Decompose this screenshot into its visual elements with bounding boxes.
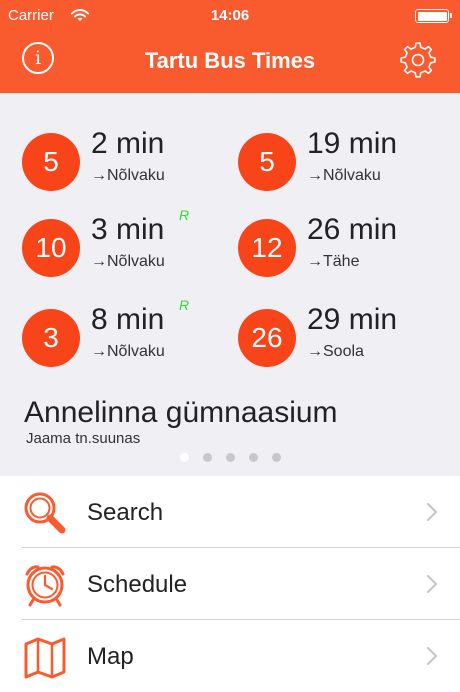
minutes-until-departure: 29 min <box>307 303 398 336</box>
chevron-right-icon <box>426 574 438 594</box>
minutes-until-departure: 8 min <box>91 303 165 336</box>
departures-panel[interactable]: 5 2 min →Nõlvaku 5 19 min →Nõlvaku 10 3 … <box>0 93 460 476</box>
alarm-clock-icon <box>25 565 65 607</box>
menu-item-schedule[interactable]: Schedule <box>0 548 460 620</box>
route-badge: 12 <box>238 219 296 277</box>
page-dot[interactable] <box>202 453 212 462</box>
route-badge: 5 <box>238 133 296 191</box>
navigation-header: Carrier 14:06 i Tartu Bus Times <box>0 0 460 93</box>
destination-label: →Nõlvaku <box>91 167 165 184</box>
route-badge: 26 <box>238 309 296 367</box>
map-icon <box>24 637 66 679</box>
search-icon <box>24 492 66 534</box>
realtime-indicator: R <box>179 207 190 223</box>
battery-icon <box>415 9 452 23</box>
app-title: Tartu Bus Times <box>144 48 316 73</box>
destination-label: →Tähe <box>307 253 360 270</box>
chevron-right-icon <box>426 502 438 522</box>
menu-item-label: Search <box>87 499 164 526</box>
destination-label: →Nõlvaku <box>91 253 165 270</box>
gear-icon[interactable] <box>398 40 438 80</box>
minutes-until-departure: 3 min <box>91 213 165 246</box>
route-badge: 5 <box>22 133 80 191</box>
page-indicator[interactable] <box>0 453 460 462</box>
menu-item-label: Schedule <box>87 571 188 598</box>
page-dot[interactable] <box>225 453 235 462</box>
chevron-right-icon <box>426 646 438 666</box>
page-dot[interactable] <box>248 453 258 462</box>
menu-item-search[interactable]: Search <box>0 476 460 548</box>
destination-label: →Soola <box>307 343 364 360</box>
page-dot[interactable] <box>179 453 189 462</box>
minutes-until-departure: 26 min <box>307 213 398 246</box>
destination-label: →Nõlvaku <box>91 343 165 360</box>
route-badge: 3 <box>22 309 80 367</box>
stop-direction: Jaama tn.suunas <box>26 430 141 447</box>
menu-item-map[interactable]: Map <box>0 620 460 692</box>
clock-label: 14:06 <box>210 7 250 24</box>
page-dot[interactable] <box>271 453 281 462</box>
main-menu: Search Schedule Map <box>0 476 460 692</box>
route-badge: 10 <box>22 219 80 277</box>
minutes-until-departure: 2 min <box>91 127 165 160</box>
menu-item-label: Map <box>87 643 134 670</box>
status-bar: Carrier 14:06 <box>0 0 460 32</box>
stop-name: Annelinna gümnaasium <box>24 396 338 429</box>
realtime-indicator: R <box>179 297 190 313</box>
destination-label: →Nõlvaku <box>307 167 381 184</box>
minutes-until-departure: 19 min <box>307 127 398 160</box>
